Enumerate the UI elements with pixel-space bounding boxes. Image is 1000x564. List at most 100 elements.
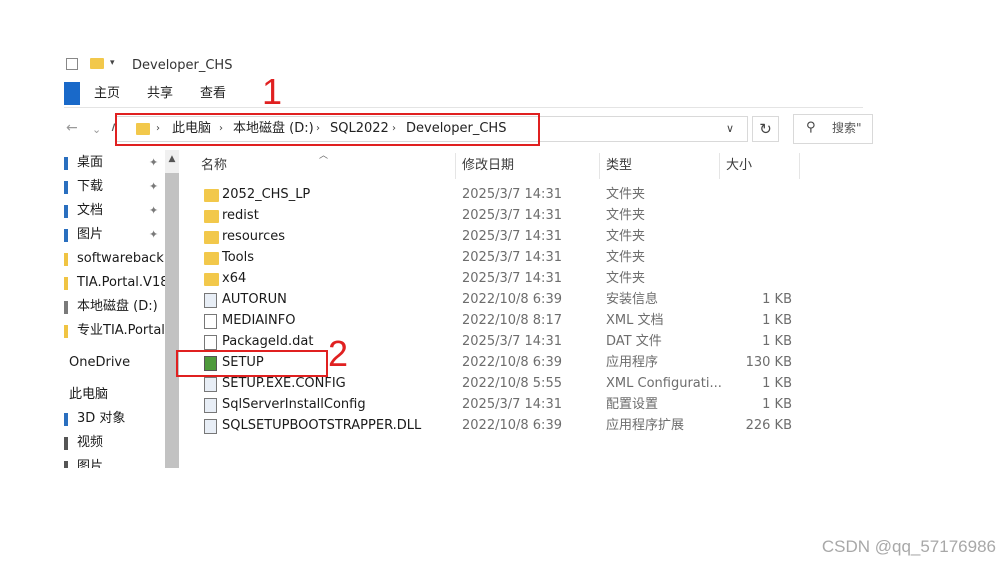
tab-home[interactable]: 主页: [94, 86, 120, 102]
column-divider[interactable]: [719, 153, 720, 179]
search-box[interactable]: ⚲: [793, 114, 873, 144]
ribbon-divider: [64, 107, 863, 108]
blank-file-icon: [204, 335, 217, 350]
download-icon: [64, 181, 68, 194]
file-type: 安装信息: [606, 292, 659, 307]
column-header-name[interactable]: 名称: [201, 158, 227, 174]
folder-icon: [64, 325, 68, 338]
sidebar-item-downloads[interactable]: 下载 ✦: [64, 177, 164, 197]
tab-share[interactable]: 共享: [147, 86, 173, 102]
sidebar-item-this-pc[interactable]: 此电脑: [64, 385, 164, 405]
file-date: 2025/3/7 14:31: [462, 271, 562, 286]
file-explorer-window: ▾ Developer_CHS 主页 共享 查看 ← ⌄ ∧ › 此电脑 › 本…: [0, 0, 1000, 564]
sidebar-item-onedrive[interactable]: OneDrive: [64, 353, 164, 373]
column-header-date-modified[interactable]: 修改日期: [462, 158, 514, 174]
file-row[interactable]: SqlServerInstallConfig 2025/3/7 14:31 配置…: [196, 395, 863, 416]
file-row[interactable]: Tools 2025/3/7 14:31 文件夹: [196, 248, 863, 269]
3d-objects-icon: [64, 413, 68, 426]
file-row[interactable]: redist 2025/3/7 14:31 文件夹: [196, 206, 863, 227]
file-size: 130 KB: [745, 355, 792, 370]
sidebar-item-label: softwareback: [77, 251, 164, 266]
file-name: AUTORUN: [222, 292, 287, 307]
column-divider[interactable]: [455, 153, 456, 179]
sidebar-item-pictures-2[interactable]: 图片: [64, 457, 164, 468]
desktop-icon: [64, 157, 68, 170]
file-date: 2022/10/8 8:17: [462, 313, 562, 328]
file-type: 配置设置: [606, 397, 659, 412]
sidebar-item-pro-tia-portal[interactable]: 专业TIA.Portal.V: [64, 321, 178, 341]
sidebar-item-label: 本地磁盘 (D:): [77, 299, 158, 314]
back-arrow-icon[interactable]: ←: [66, 119, 78, 137]
sidebar-item-local-disk-d[interactable]: 本地磁盘 (D:): [64, 297, 164, 317]
file-type: 文件夹: [606, 229, 646, 244]
sidebar-item-label: 视频: [77, 435, 104, 450]
folder-icon: [204, 273, 219, 286]
file-row[interactable]: AUTORUN 2022/10/8 6:39 安装信息 1 KB: [196, 290, 863, 311]
sidebar-item-label: 桌面: [77, 155, 104, 170]
quick-access-properties-icon[interactable]: [66, 58, 78, 70]
folder-icon: [204, 252, 219, 265]
file-tab[interactable]: [64, 82, 80, 105]
sidebar-item-pictures[interactable]: 图片 ✦: [64, 225, 164, 245]
pin-icon: ✦: [149, 156, 159, 169]
scrollbar-thumb[interactable]: [165, 173, 179, 468]
sidebar-item-label: 文档: [77, 203, 104, 218]
annotation-number-1: 1: [262, 71, 283, 112]
file-name: SQLSETUPBOOTSTRAPPER.DLL: [222, 418, 422, 433]
sidebar-item-label: 图片: [77, 227, 104, 242]
file-type: DAT 文件: [606, 334, 662, 349]
tab-view[interactable]: 查看: [200, 86, 226, 102]
folder-icon: [64, 277, 68, 290]
file-name: SETUP.EXE.CONFIG: [222, 376, 346, 391]
column-header-size[interactable]: 大小: [726, 158, 752, 174]
xml-document-icon: [204, 314, 217, 329]
search-input[interactable]: [832, 121, 862, 135]
scroll-up-arrow-icon[interactable]: ▲: [166, 154, 178, 164]
recent-locations-chevron-icon[interactable]: ⌄: [92, 121, 101, 139]
file-type: 文件夹: [606, 271, 646, 286]
sidebar-item-desktop[interactable]: 桌面 ✦: [64, 153, 164, 173]
column-divider[interactable]: [599, 153, 600, 179]
sidebar-item-label: 图片: [77, 459, 104, 468]
sidebar-item-softwareback[interactable]: softwareback: [64, 249, 164, 269]
config-file-icon: [204, 377, 217, 392]
file-row[interactable]: SQLSETUPBOOTSTRAPPER.DLL 2022/10/8 6:39 …: [196, 416, 863, 437]
file-date: 2022/10/8 6:39: [462, 418, 562, 433]
file-row[interactable]: 2052_CHS_LP 2025/3/7 14:31 文件夹: [196, 185, 863, 206]
chevron-down-icon[interactable]: ∨: [726, 122, 734, 135]
file-row[interactable]: SETUP.EXE.CONFIG 2022/10/8 5:55 XML Conf…: [196, 374, 863, 395]
sidebar-item-videos[interactable]: 视频: [64, 433, 164, 453]
file-date: 2025/3/7 14:31: [462, 334, 562, 349]
file-size: 1 KB: [762, 292, 792, 307]
annotation-box-setup: [176, 350, 328, 377]
folder-icon: [64, 253, 68, 266]
column-header-type[interactable]: 类型: [606, 158, 632, 174]
file-size: 1 KB: [762, 313, 792, 328]
file-type: 应用程序扩展: [606, 418, 685, 433]
file-row[interactable]: resources 2025/3/7 14:31 文件夹: [196, 227, 863, 248]
file-date: 2025/3/7 14:31: [462, 229, 562, 244]
sidebar-item-documents[interactable]: 文档 ✦: [64, 201, 164, 221]
file-name: redist: [222, 208, 259, 223]
search-icon: ⚲: [806, 120, 816, 135]
videos-icon: [64, 437, 68, 450]
file-name: 2052_CHS_LP: [222, 187, 311, 202]
file-row[interactable]: x64 2025/3/7 14:31 文件夹: [196, 269, 863, 290]
refresh-icon: ↻: [759, 120, 772, 138]
file-name: resources: [222, 229, 286, 244]
new-folder-icon[interactable]: [90, 58, 104, 69]
sidebar-item-tia-portal-v18[interactable]: TIA.Portal.V18: [64, 273, 169, 293]
sidebar-item-3d-objects[interactable]: 3D 对象: [64, 409, 164, 429]
file-row[interactable]: MEDIAINFO 2022/10/8 8:17 XML 文档 1 KB: [196, 311, 863, 332]
file-type: 应用程序: [606, 355, 659, 370]
column-divider[interactable]: [799, 153, 800, 179]
file-date: 2022/10/8 6:39: [462, 355, 562, 370]
file-name: MEDIAINFO: [222, 313, 296, 328]
file-type: XML Configurati...: [606, 376, 722, 391]
file-size: 226 KB: [745, 418, 792, 433]
quick-access-dropdown-icon[interactable]: ▾: [110, 58, 115, 68]
file-type: 文件夹: [606, 208, 646, 223]
pin-icon: ✦: [149, 204, 159, 217]
refresh-button[interactable]: ↻: [752, 116, 779, 142]
file-type: 文件夹: [606, 250, 646, 265]
